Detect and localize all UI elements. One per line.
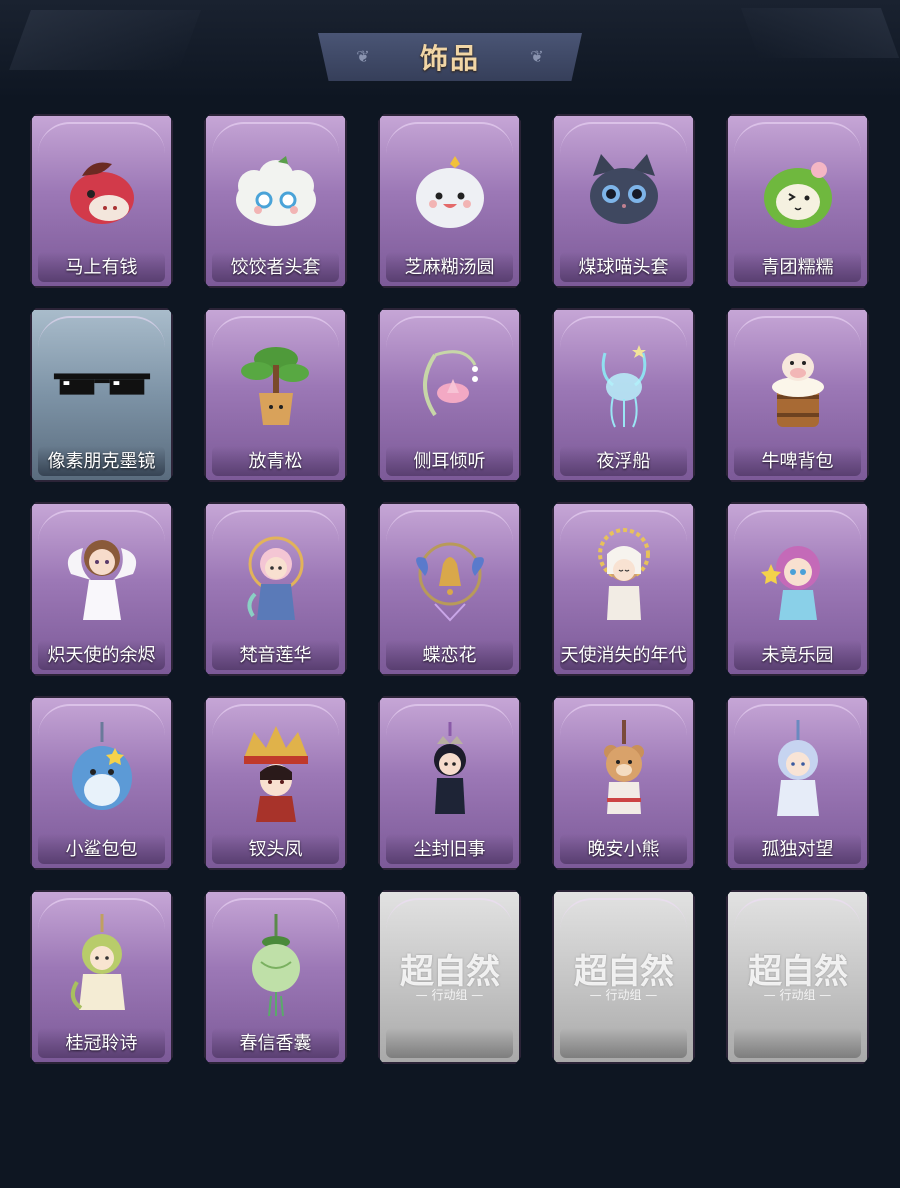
accessory-card[interactable]: 天使消失的年代: [552, 502, 695, 676]
accessory-name: 放青松: [248, 451, 303, 472]
accessory-name: 青团糯糯: [761, 257, 834, 278]
laurel-doll-charm-icon: [52, 912, 152, 1022]
accessory-card[interactable]: 马上有钱: [30, 114, 173, 288]
accessory-card[interactable]: 夜浮船: [552, 308, 695, 482]
locked-card: 超自然 — 行动组 —: [378, 890, 521, 1064]
accessory-card[interactable]: 牛啤背包: [726, 308, 869, 482]
page-title: 饰品: [419, 42, 480, 75]
accessory-name: 梵音莲华: [239, 645, 312, 666]
accessory-card[interactable]: 蝶恋花: [378, 502, 521, 676]
accessory-name: 炽天使的余烬: [47, 645, 156, 666]
accessory-name: 孤独对望: [761, 839, 834, 860]
rice-ball-icon: [400, 136, 500, 246]
ornament-right-icon: ❦: [530, 47, 544, 66]
accessory-card[interactable]: 芝麻糊汤圆: [378, 114, 521, 288]
accessory-name: 小鲨包包: [65, 839, 138, 860]
bonsai-pine-icon: [226, 330, 326, 440]
accessory-name: 晚安小熊: [587, 839, 660, 860]
beer-mug-cow-icon: [748, 330, 848, 440]
black-cat-head-icon: [574, 136, 674, 246]
accessory-name: 马上有钱: [65, 257, 138, 278]
halo-angel-doll-icon: [574, 524, 674, 634]
green-rice-ball-icon: [748, 136, 848, 246]
placeholder-logo-sub: — 行动组 —: [415, 988, 484, 1002]
pixel-sunglasses-icon: [52, 330, 152, 440]
accessory-card[interactable]: 孤独对望: [726, 696, 869, 870]
accessory-name: 侧耳倾听: [413, 451, 486, 472]
title-banner: ❦ 饰品 ❦: [318, 33, 582, 81]
accessory-name: 蝶恋花: [422, 645, 477, 666]
accessory-name: 像素朋克墨镜: [47, 451, 156, 472]
butterfly-bell-icon: [400, 524, 500, 634]
accessory-name: 未竟乐园: [761, 645, 834, 666]
accessory-card[interactable]: 钗头凤: [204, 696, 347, 870]
accessory-card[interactable]: 春信香囊: [204, 890, 347, 1064]
crowned-boy-charm-icon: [400, 718, 500, 828]
accessory-card[interactable]: 像素朋克墨镜: [30, 308, 173, 482]
accessory-card[interactable]: 侧耳倾听: [378, 308, 521, 482]
accessory-card[interactable]: 未竟乐园: [726, 502, 869, 676]
accessory-card[interactable]: 梵音莲华: [204, 502, 347, 676]
accessory-card[interactable]: 炽天使的余烬: [30, 502, 173, 676]
accessory-card[interactable]: 青团糯糯: [726, 114, 869, 288]
accessory-card[interactable]: 晚安小熊: [552, 696, 695, 870]
teddy-bear-charm-icon: [574, 718, 674, 828]
accessory-name: 尘封旧事: [413, 839, 486, 860]
accessory-card[interactable]: 饺饺者头套: [204, 114, 347, 288]
blue-shark-bag-icon: [52, 718, 152, 828]
accessory-name: 天使消失的年代: [560, 645, 687, 666]
placeholder-logo-sub: — 行动组 —: [589, 988, 658, 1002]
sachet-charm-icon: [226, 912, 326, 1022]
label-background: [386, 1028, 513, 1058]
angel-doll-icon: [52, 524, 152, 634]
accessory-name: 桂冠聆诗: [65, 1033, 138, 1054]
label-background: [560, 1028, 687, 1058]
accessory-card[interactable]: 放青松: [204, 308, 347, 482]
accessory-name: 钗头凤: [248, 839, 303, 860]
accessory-card[interactable]: 尘封旧事: [378, 696, 521, 870]
accessory-name: 芝麻糊汤圆: [404, 257, 495, 278]
jellyfish-icon: [574, 330, 674, 440]
accessory-grid: 马上有钱 饺饺者头套 芝麻糊汤圆 煤球喵头套 青团糯糯 像素朋克墨镜 放青松 侧…: [30, 114, 869, 1064]
accessory-card[interactable]: 煤球喵头套: [552, 114, 695, 288]
placeholder-logo-sub: — 行动组 —: [763, 988, 832, 1002]
accessory-card[interactable]: 桂冠聆诗: [30, 890, 173, 1064]
phoenix-crown-doll-icon: [226, 718, 326, 828]
accessory-name: 饺饺者头套: [230, 257, 321, 278]
label-background: [734, 1028, 861, 1058]
locked-card: 超自然 — 行动组 —: [726, 890, 869, 1064]
starry-doll-icon: [748, 524, 848, 634]
accessory-card[interactable]: 小鲨包包: [30, 696, 173, 870]
red-horse-head-icon: [52, 136, 152, 246]
dumpling-head-icon: [226, 136, 326, 246]
accessory-name: 煤球喵头套: [578, 257, 669, 278]
accessory-name: 夜浮船: [596, 451, 651, 472]
lotus-doll-icon: [226, 524, 326, 634]
blue-haired-doll-charm-icon: [748, 718, 848, 828]
accessory-name: 牛啤背包: [761, 451, 834, 472]
ornament-left-icon: ❦: [356, 47, 370, 66]
lotus-ear-ornament-icon: [400, 330, 500, 440]
accessory-name: 春信香囊: [239, 1033, 312, 1054]
locked-card: 超自然 — 行动组 —: [552, 890, 695, 1064]
